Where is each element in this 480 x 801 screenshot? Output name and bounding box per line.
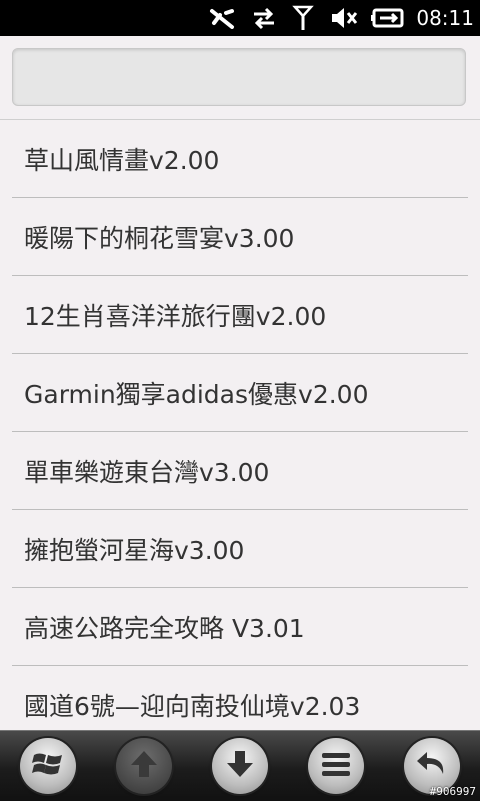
arrow-up-icon xyxy=(129,748,159,784)
bluetooth-off-icon xyxy=(202,0,244,36)
search-input[interactable] xyxy=(13,49,465,105)
list-item[interactable]: 12生肖喜洋洋旅行團v2.00 xyxy=(12,276,468,354)
battery-charging-icon xyxy=(366,0,410,36)
list-item-label: 高速公路完全攻略 V3.01 xyxy=(24,613,305,643)
list-item[interactable]: 擁抱螢河星海v3.00 xyxy=(12,510,468,588)
data-transfer-icon xyxy=(244,0,284,36)
list-item-label: Garmin獨享adidas優惠v2.00 xyxy=(24,379,369,409)
list-item-label: 草山風情畫v2.00 xyxy=(24,145,220,175)
menu-button[interactable] xyxy=(308,738,364,794)
list-item[interactable]: 國道6號—迎向南投仙境v2.03 xyxy=(12,666,468,730)
list-item-label: 擁抱螢河星海v3.00 xyxy=(24,535,245,565)
list-item-label: 國道6號—迎向南投仙境v2.03 xyxy=(24,691,361,721)
back-icon xyxy=(415,748,449,784)
signal-icon xyxy=(284,0,322,36)
scroll-down-button[interactable] xyxy=(212,738,268,794)
volume-muted-icon xyxy=(322,0,366,36)
list-item[interactable]: Garmin獨享adidas優惠v2.00 xyxy=(12,354,468,432)
status-bar: 08:11 xyxy=(0,0,480,36)
poi-list: 草山風情畫v2.00 暖陽下的桐花雪宴v3.00 12生肖喜洋洋旅行團v2.00… xyxy=(0,120,480,730)
list-item[interactable]: 單車樂遊東台灣v3.00 xyxy=(12,432,468,510)
list-item-label: 12生肖喜洋洋旅行團v2.00 xyxy=(24,301,327,331)
scroll-up-button[interactable] xyxy=(116,738,172,794)
list-item[interactable]: 暖陽下的桐花雪宴v3.00 xyxy=(12,198,468,276)
arrow-down-icon xyxy=(225,748,255,784)
status-time: 08:11 xyxy=(416,6,474,30)
list-item[interactable]: 草山風情畫v2.00 xyxy=(12,120,468,198)
bottom-toolbar xyxy=(0,730,480,801)
list-item-label: 單車樂遊東台灣v3.00 xyxy=(24,457,270,487)
windows-start-icon xyxy=(31,749,65,783)
windows-start-button[interactable] xyxy=(20,738,76,794)
watermark-text: #906997 xyxy=(429,785,476,798)
list-item-label: 暖陽下的桐花雪宴v3.00 xyxy=(24,223,295,253)
search-area xyxy=(0,36,480,120)
menu-icon xyxy=(320,750,352,782)
search-box[interactable] xyxy=(12,48,466,106)
list-item[interactable]: 高速公路完全攻略 V3.01 xyxy=(12,588,468,666)
